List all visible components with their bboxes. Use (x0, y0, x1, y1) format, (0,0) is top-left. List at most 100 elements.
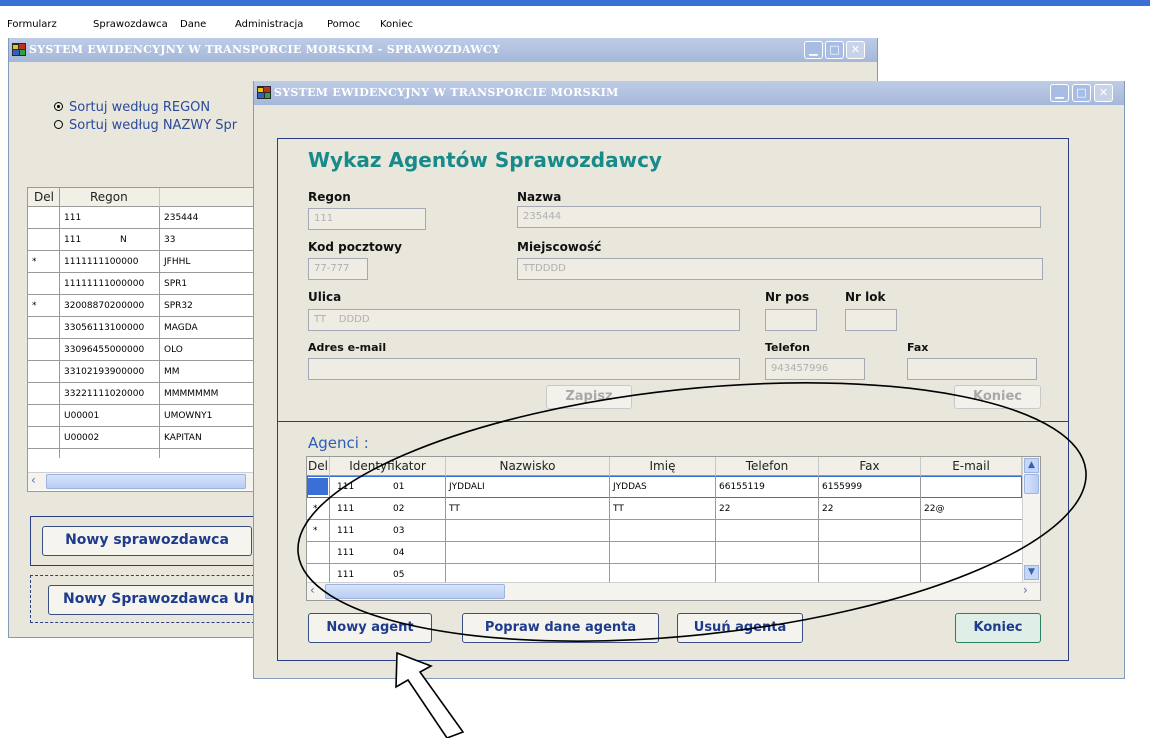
fax-field[interactable] (907, 358, 1037, 380)
nazwa-field[interactable]: 235444 (517, 206, 1041, 228)
row-marker: * (313, 526, 318, 536)
sort-by-name-radio[interactable]: Sortuj według NAZWY Spr (54, 118, 237, 133)
row-regon: U00001 (64, 411, 100, 421)
scroll-left-icon[interactable]: ‹ (31, 473, 36, 487)
close-window-button[interactable]: ✕ (846, 41, 865, 59)
table-row[interactable]: 111 01 JYDDALI JYDDAS 66155119 6155999 (307, 476, 1022, 498)
scroll-up-icon[interactable]: ▲ (1024, 458, 1039, 473)
close-button[interactable]: Koniec (955, 613, 1041, 643)
table-row[interactable]: 33102193900000 MM (28, 361, 258, 383)
row-regon: 1111111100000 (64, 257, 139, 267)
nazwa-label: Nazwa (517, 190, 562, 204)
table-row[interactable]: 111 04 (307, 542, 1022, 564)
row-regon: 33102193900000 (64, 367, 145, 377)
maximize-button[interactable]: □ (825, 41, 844, 59)
grid-header-email[interactable]: E-mail (921, 457, 1022, 476)
vertical-scrollbar[interactable]: ▲ ▼ (1022, 457, 1040, 582)
row-name: UMOWNY1 (164, 411, 213, 421)
table-row[interactable]: * 1111111100000 JFHHL (28, 251, 258, 273)
table-row[interactable]: 111 235444 (28, 207, 258, 229)
minimize-button[interactable]: ▁ (1050, 84, 1069, 102)
reporters-grid[interactable]: Del Regon 111 235444 111 N 33 * 1111111100000 J… (27, 187, 258, 492)
grid-divider (715, 476, 716, 582)
street-field[interactable]: TT DDDD (308, 309, 740, 331)
table-row[interactable]: * 111 03 (307, 520, 1022, 542)
radio-selected-icon (54, 102, 63, 111)
menu-item-sprawozdawca[interactable]: Sprawozdawca (93, 19, 168, 30)
save-button[interactable]: Zapisz (546, 385, 632, 409)
menu-item-dane[interactable]: Dane (180, 19, 206, 30)
grid-divider (609, 476, 610, 582)
sort-by-name-label: Sortuj według NAZWY Spr (69, 118, 238, 133)
regon-label: Regon (308, 190, 351, 204)
row-name: KAPITAN (164, 433, 202, 443)
scroll-left-icon[interactable]: ‹ (310, 583, 315, 597)
table-row[interactable]: 33096455000000 OLO (28, 339, 258, 361)
city-field[interactable]: TTDDDD (517, 258, 1043, 280)
apartment-number-field[interactable] (845, 309, 897, 331)
scroll-right-icon[interactable]: › (1023, 583, 1028, 597)
grid-header-del[interactable]: Del (307, 457, 330, 476)
grid-header-name[interactable] (160, 188, 258, 207)
row-name: MM (164, 367, 180, 377)
row-marker: * (313, 504, 318, 514)
table-row[interactable]: * 32008870200000 SPR32 (28, 295, 258, 317)
grid-header-imie[interactable]: Imię (610, 457, 716, 476)
row-regon: 111 (64, 213, 82, 223)
scrollbar-thumb[interactable] (46, 474, 246, 489)
table-row[interactable]: 11111111000000 SPR1 (28, 273, 258, 295)
edit-agent-button[interactable]: Popraw dane agenta (462, 613, 659, 643)
agents-window-titlebar[interactable]: SYSTEM EWIDENCYJNY W TRANSPORCIE MORSKIM… (254, 81, 1124, 105)
sort-by-regon-radio[interactable]: Sortuj według REGON (54, 100, 210, 115)
minimize-button[interactable]: ▁ (804, 41, 823, 59)
scrollbar-thumb[interactable] (325, 584, 505, 599)
reporters-window-titlebar[interactable]: SYSTEM EWIDENCYJNY W TRANSPORCIE MORSKIM… (9, 38, 877, 62)
email-field[interactable] (308, 358, 740, 380)
grid-header-telefon[interactable]: Telefon (716, 457, 819, 476)
table-row[interactable]: * 111 02 TT TT 22 22 22@ (307, 498, 1022, 520)
grid-header-identyfikator[interactable]: Identyfikator (330, 457, 446, 476)
row-name: 33 (164, 235, 176, 245)
row-flag: N (120, 235, 127, 245)
grid-divider (445, 476, 446, 582)
reporters-window-title: SYSTEM EWIDENCYJNY W TRANSPORCIE MORSKIM… (29, 43, 501, 56)
row-number: 03 (393, 526, 405, 536)
delete-agent-button[interactable]: Usuń agenta (677, 613, 803, 643)
table-row[interactable]: 33221111020000 MMMMMMM (28, 383, 258, 405)
row-regon: 11111111000000 (64, 279, 145, 289)
menu-item-pomoc[interactable]: Pomoc (327, 19, 360, 30)
scrollbar-thumb[interactable] (1024, 474, 1039, 494)
table-row[interactable]: U00001 UMOWNY1 (28, 405, 258, 427)
house-number-field[interactable] (765, 309, 817, 331)
horizontal-scrollbar[interactable]: ‹ (28, 472, 256, 490)
row-nazwisko: JYDDALI (449, 482, 485, 492)
new-agent-button[interactable]: Nowy agent (308, 613, 432, 643)
row-number: 02 (393, 504, 405, 514)
horizontal-scrollbar[interactable]: ‹ › (307, 582, 1040, 600)
new-reporter-button[interactable]: Nowy sprawozdawca (42, 526, 252, 556)
table-row[interactable]: 111 N 33 (28, 229, 258, 251)
close-button-top[interactable]: Koniec (954, 385, 1041, 409)
grid-header-regon[interactable]: Regon (60, 188, 160, 207)
table-row[interactable]: 33056113100000 MAGDA (28, 317, 258, 339)
grid-header-del[interactable]: Del (28, 188, 60, 207)
row-selector[interactable] (308, 478, 328, 495)
radio-unselected-icon (54, 120, 63, 129)
menu-item-formularz[interactable]: Formularz (7, 19, 57, 30)
grid-header-fax[interactable]: Fax (819, 457, 921, 476)
app-icon (257, 86, 271, 99)
phone-field[interactable]: 943457996 (765, 358, 865, 380)
menu-item-koniec[interactable]: Koniec (380, 19, 413, 30)
close-window-button[interactable]: ✕ (1094, 84, 1113, 102)
scroll-down-icon[interactable]: ▼ (1024, 565, 1039, 580)
table-row[interactable]: U00002 KAPITAN (28, 427, 258, 449)
maximize-button[interactable]: □ (1072, 84, 1091, 102)
menu-bar: Formularz Sprawozdawca Dane Administracj… (0, 6, 1150, 36)
row-telefon: 22 (719, 504, 731, 514)
grid-header-nazwisko[interactable]: Nazwisko (446, 457, 610, 476)
regon-field[interactable]: 111 (308, 208, 426, 230)
agents-grid[interactable]: Del Identyfikator Nazwisko Imię Telefon … (306, 456, 1041, 601)
postal-code-field[interactable]: 77-777 (308, 258, 368, 280)
menu-item-administracja[interactable]: Administracja (235, 19, 303, 30)
new-contract-reporter-button[interactable]: Nowy Sprawozdawca Um (48, 585, 268, 615)
